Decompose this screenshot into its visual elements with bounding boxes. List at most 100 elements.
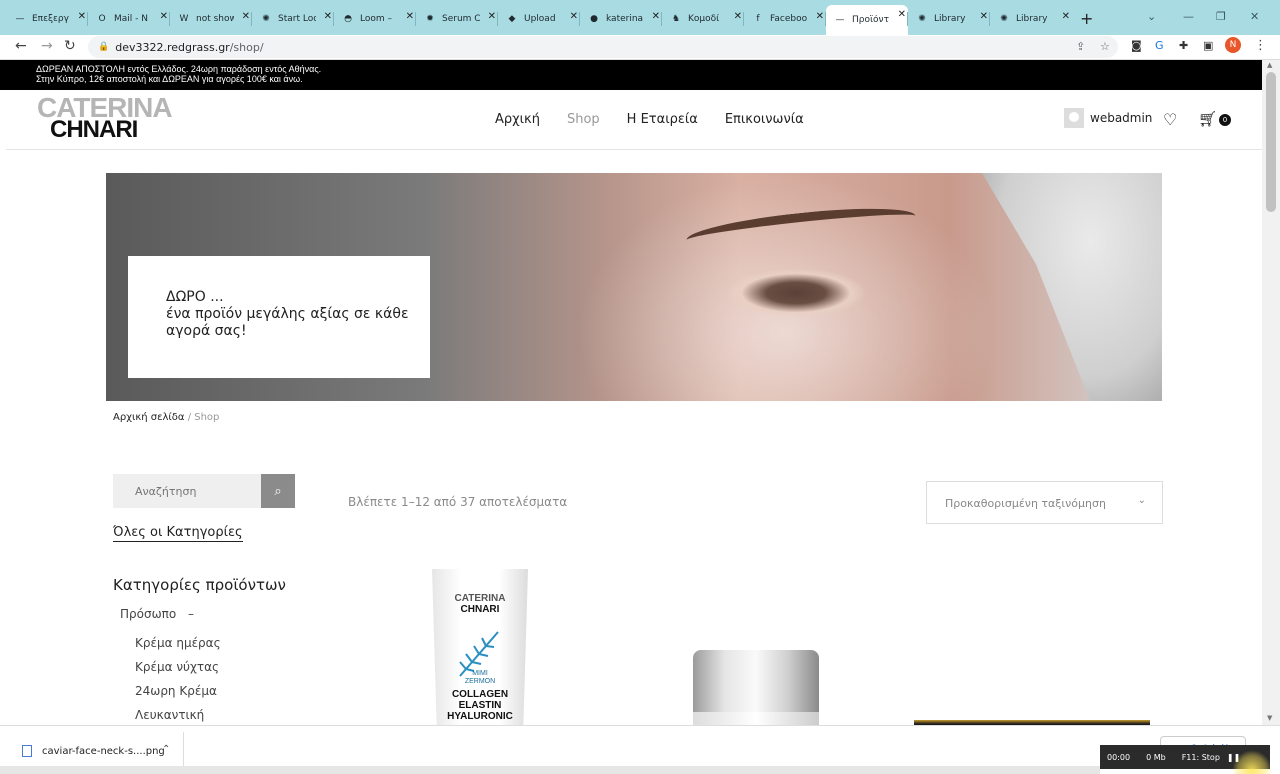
extensions-puzzle-icon[interactable]: ✚ — [1179, 39, 1188, 52]
cart-count-badge: 0 — [1219, 114, 1231, 126]
browser-tab[interactable]: ♞ Κομοδί ✕ — [662, 7, 744, 31]
browser-tab[interactable]: ✺ Library ✕ — [908, 7, 990, 31]
product-image-collagen-tube[interactable]: CATERINA CHNARI MIMI ZERMON COLLAGEN ELA… — [432, 569, 528, 729]
browser-tab[interactable]: f Faceboo ✕ — [744, 7, 826, 31]
tab-close-icon[interactable]: ✕ — [570, 11, 578, 22]
recorder-stop[interactable]: F11: Stop — [1182, 753, 1220, 762]
breadcrumb-separator: / — [184, 412, 195, 423]
tab-title: Προϊόντ — [852, 15, 889, 25]
sort-selected-value: Προκαθορισμένη ταξινόμηση — [945, 497, 1106, 510]
hero-title: ΔΩΡΟ ... — [166, 289, 224, 305]
browser-tab[interactable]: ◓ Loom – ✕ — [334, 7, 416, 31]
tab-title: katerina — [606, 14, 644, 24]
product-name-line-2: ELASTIN — [458, 700, 502, 711]
tab-close-icon[interactable]: ✕ — [160, 11, 168, 22]
nav-link[interactable]: Shop — [567, 112, 600, 127]
page-scrollbar[interactable]: ▲ ▼ — [1262, 60, 1280, 725]
tab-favicon-icon: ✹ — [426, 14, 434, 24]
close-window-icon[interactable]: ✕ — [1250, 10, 1259, 23]
search-button[interactable]: ⌕ — [261, 474, 295, 508]
back-icon[interactable]: ← — [15, 38, 27, 54]
user-account[interactable]: webadmin — [1064, 108, 1152, 128]
tab-separator — [251, 12, 252, 26]
category-item[interactable]: Κρέμα νύχτας — [135, 660, 219, 674]
product-brand-line-2: CHNARI — [460, 604, 500, 615]
browser-tab[interactable]: ✺ Library ✕ — [990, 7, 1072, 31]
tab-close-icon[interactable]: ✕ — [78, 11, 86, 22]
tab-close-icon[interactable]: ✕ — [1062, 11, 1070, 22]
minimize-icon[interactable]: — — [1183, 10, 1194, 23]
breadcrumb-home-link[interactable]: Αρχική σελίδα — [113, 412, 185, 423]
scrollbar-thumb[interactable] — [1266, 72, 1276, 212]
restore-icon[interactable]: ❐ — [1216, 10, 1226, 23]
browser-menu-icon[interactable]: ⋮ — [1254, 38, 1267, 53]
sort-select[interactable]: Προκαθορισμένη ταξινόμηση ⌄ — [926, 481, 1163, 524]
nav-link[interactable]: Επικοινωνία — [725, 112, 804, 127]
tab-close-icon[interactable]: ✕ — [980, 11, 988, 22]
tab-favicon-icon: O — [98, 14, 106, 24]
bookmark-star-icon[interactable]: ☆ — [1100, 40, 1110, 53]
browser-tab[interactable]: ✹ Serum C ✕ — [416, 7, 498, 31]
scroll-down-icon[interactable]: ▼ — [1267, 714, 1272, 722]
tab-close-icon[interactable]: ✕ — [898, 9, 906, 20]
scroll-up-icon[interactable]: ▲ — [1267, 61, 1272, 69]
all-categories-link[interactable]: Όλες οι Κατηγορίες — [113, 525, 243, 542]
tab-close-icon[interactable]: ✕ — [406, 11, 414, 22]
chevron-up-icon[interactable]: ⌃ — [162, 744, 170, 755]
categories-heading: Κατηγορίες προϊόντων — [113, 576, 286, 594]
address-bar[interactable]: 🔒 dev3322.redgrass.gr/shop/ ⇪ ☆ — [88, 36, 1118, 58]
wishlist-heart-icon[interactable]: ♡ — [1163, 110, 1177, 129]
browser-tab[interactable]: Wnot show ✕ — [170, 7, 252, 31]
product-name-line-1: COLLAGEN — [451, 689, 509, 700]
tab-close-icon[interactable]: ✕ — [324, 11, 332, 22]
category-item[interactable]: Κρέμα ημέρας — [135, 636, 221, 650]
browser-tab[interactable]: ✺ Start Loo ✕ — [252, 7, 334, 31]
side-panel-icon[interactable]: ▣ — [1203, 39, 1213, 52]
site-logo[interactable]: CATERINA CHNARI — [37, 94, 173, 142]
tab-close-icon[interactable]: ✕ — [488, 11, 496, 22]
tab-close-icon[interactable]: ✕ — [816, 11, 824, 22]
reload-icon[interactable]: ↻ — [64, 38, 76, 54]
tab-close-icon[interactable]: ✕ — [652, 11, 660, 22]
tab-favicon-icon: ✺ — [262, 14, 270, 24]
profile-avatar[interactable]: N — [1225, 37, 1241, 53]
hero-subtitle-2: αγορά σας! — [166, 323, 247, 339]
tab-title: Upload — [524, 14, 556, 24]
tab-close-icon[interactable]: ✕ — [242, 11, 250, 22]
camera-extension-icon[interactable]: ◙ — [1131, 39, 1142, 52]
new-tab-button[interactable]: + — [1080, 9, 1093, 28]
browser-tab[interactable]: — Επεξεργ ✕ — [6, 7, 88, 31]
tab-separator — [497, 12, 498, 26]
tab-title: Faceboo — [770, 14, 808, 24]
cart-basket-icon[interactable]: 🛒︎ — [1198, 110, 1217, 128]
breadcrumb: Αρχική σελίδα / Shop — [113, 412, 219, 423]
tab-separator — [87, 12, 88, 26]
share-icon[interactable]: ⇪ — [1076, 40, 1085, 53]
browser-tab[interactable]: ● katerina ✕ — [580, 7, 662, 31]
hero-eye-shape — [726, 268, 866, 318]
browser-tab[interactable]: — Προϊόντ ✕ — [826, 5, 908, 35]
nav-link[interactable]: Η Εταιρεία — [627, 112, 698, 127]
translate-extension-icon[interactable]: G — [1155, 39, 1164, 52]
browser-tab[interactable]: O Mail - N ✕ — [88, 7, 170, 31]
product-search: ⌕ — [113, 474, 295, 508]
user-avatar — [1064, 108, 1084, 128]
hero-subtitle-1: ένα προϊόν μεγάλης αξίας σε κάθε — [166, 306, 409, 322]
browser-tab[interactable]: ◆ Upload ✕ — [498, 7, 580, 31]
category-item[interactable]: Λευκαντική — [135, 708, 204, 722]
file-icon — [22, 745, 32, 757]
download-item[interactable]: caviar-face-neck-s....png ⌃ — [6, 732, 184, 770]
hero-banner[interactable]: ΔΩΡΟ ... ένα προϊόν μεγάλης αξίας σε κάθ… — [106, 173, 1162, 401]
user-name: webadmin — [1090, 111, 1153, 125]
product-image-jar[interactable] — [693, 650, 819, 730]
tab-separator — [825, 12, 826, 26]
category-collapse-toggle[interactable]: – — [188, 607, 194, 621]
tab-search-icon[interactable]: ⌄ — [1147, 10, 1156, 23]
search-input[interactable] — [113, 474, 261, 508]
breadcrumb-current: Shop — [194, 412, 220, 423]
category-parent-face[interactable]: Πρόσωπο – — [120, 607, 194, 621]
nav-link[interactable]: Αρχική — [495, 112, 540, 127]
tab-close-icon[interactable]: ✕ — [734, 11, 742, 22]
category-item[interactable]: 24ωρη Κρέμα — [135, 684, 217, 698]
forward-icon[interactable]: → — [41, 38, 53, 54]
